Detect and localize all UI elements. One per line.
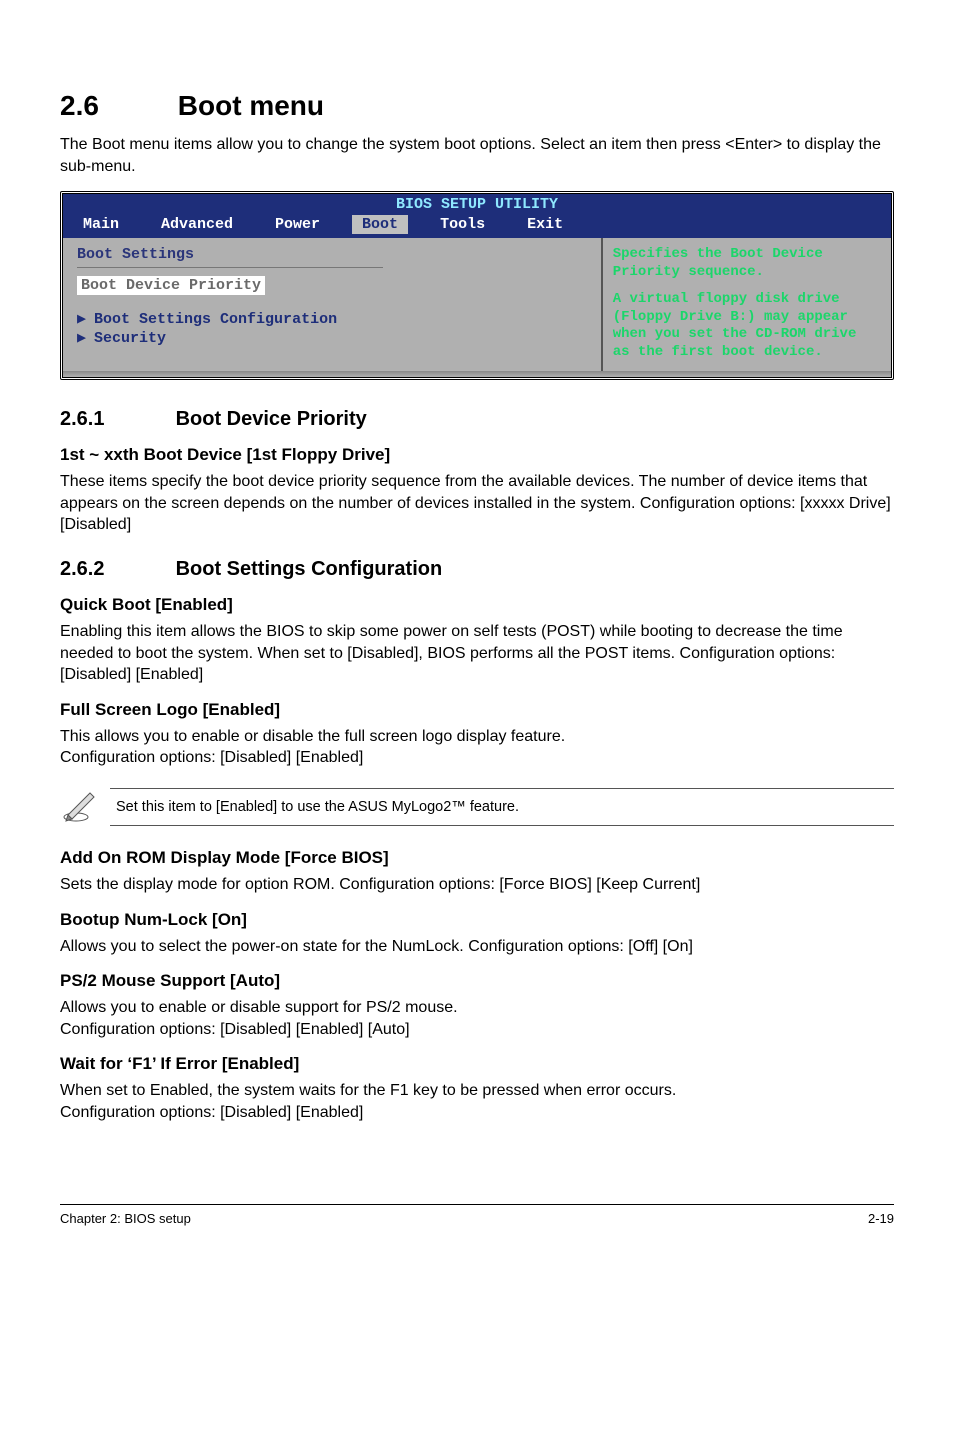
- subsection-heading: 2.6.1 Boot Device Priority: [60, 408, 894, 431]
- setting-body: Enabling this item allows the BIOS to sk…: [60, 621, 894, 686]
- bios-menu-item: ▶ Boot Settings Configuration: [77, 309, 587, 328]
- setting-body: When set to Enabled, the system waits fo…: [60, 1080, 894, 1102]
- setting-heading: PS/2 Mouse Support [Auto]: [60, 971, 894, 991]
- setting-body: These items specify the boot device prio…: [60, 471, 894, 536]
- bios-tab-advanced: Advanced: [151, 215, 243, 234]
- setting-heading: Quick Boot [Enabled]: [60, 595, 894, 615]
- bios-menu-item: ▶ Security: [77, 328, 587, 347]
- setting-body: Configuration options: [Disabled] [Enabl…: [60, 747, 894, 769]
- setting-body: Configuration options: [Disabled] [Enabl…: [60, 1019, 894, 1041]
- bios-help-pane: Specifies the Boot Device Priority seque…: [603, 238, 891, 371]
- bios-tab-main: Main: [73, 215, 129, 234]
- bios-screenshot: BIOS SETUP UTILITY Main Advanced Power B…: [60, 191, 894, 380]
- note-callout: Set this item to [Enabled] to use the AS…: [60, 785, 894, 830]
- bios-left-pane: Boot Settings Boot Device Priority ▶ Boot…: [63, 238, 603, 371]
- subsection-number: 2.6.2: [60, 558, 170, 581]
- subsection-number: 2.6.1: [60, 408, 170, 431]
- footer-left: Chapter 2: BIOS setup: [60, 1211, 191, 1226]
- setting-body: Configuration options: [Disabled] [Enabl…: [60, 1102, 894, 1124]
- bios-item-label: Boot Settings Configuration: [94, 311, 337, 328]
- bios-highlighted-item: Boot Device Priority: [77, 276, 265, 295]
- pencil-icon: [60, 785, 110, 830]
- bios-tab-exit: Exit: [517, 215, 573, 234]
- bios-help-text: Specifies the Boot Device Priority seque…: [613, 246, 881, 281]
- setting-body: Allows you to enable or disable support …: [60, 997, 894, 1019]
- setting-heading: Full Screen Logo [Enabled]: [60, 700, 894, 720]
- setting-heading: Add On ROM Display Mode [Force BIOS]: [60, 848, 894, 868]
- bios-item-label: Security: [94, 330, 166, 347]
- setting-heading: Wait for ‘F1’ If Error [Enabled]: [60, 1054, 894, 1074]
- bios-tab-power: Power: [265, 215, 330, 234]
- bios-tab-bar: Main Advanced Power Boot Tools Exit: [63, 213, 891, 238]
- footer-right: 2-19: [868, 1211, 894, 1226]
- bios-tab-tools: Tools: [430, 215, 495, 234]
- setting-heading: 1st ~ xxth Boot Device [1st Floppy Drive…: [60, 445, 894, 465]
- bios-left-heading: Boot Settings: [77, 246, 587, 263]
- subsection-title: Boot Settings Configuration: [176, 558, 443, 580]
- setting-body: Allows you to select the power-on state …: [60, 936, 894, 958]
- setting-body: Sets the display mode for option ROM. Co…: [60, 874, 894, 896]
- bios-tab-boot: Boot: [352, 215, 408, 234]
- bios-utility-title: BIOS SETUP UTILITY: [63, 194, 891, 213]
- setting-heading: Bootup Num-Lock [On]: [60, 910, 894, 930]
- page-footer: Chapter 2: BIOS setup 2-19: [60, 1204, 894, 1226]
- section-heading: 2.6 Boot menu: [60, 90, 894, 122]
- note-text: Set this item to [Enabled] to use the AS…: [110, 788, 894, 826]
- setting-body: This allows you to enable or disable the…: [60, 726, 894, 748]
- subsection-heading: 2.6.2 Boot Settings Configuration: [60, 558, 894, 581]
- triangle-icon: ▶: [77, 330, 86, 347]
- section-title: Boot menu: [178, 90, 324, 121]
- triangle-icon: ▶: [77, 311, 86, 328]
- section-intro: The Boot menu items allow you to change …: [60, 134, 894, 177]
- section-number: 2.6: [60, 90, 170, 122]
- bios-help-text: A virtual floppy disk drive (Floppy Driv…: [613, 291, 881, 361]
- subsection-title: Boot Device Priority: [176, 408, 367, 430]
